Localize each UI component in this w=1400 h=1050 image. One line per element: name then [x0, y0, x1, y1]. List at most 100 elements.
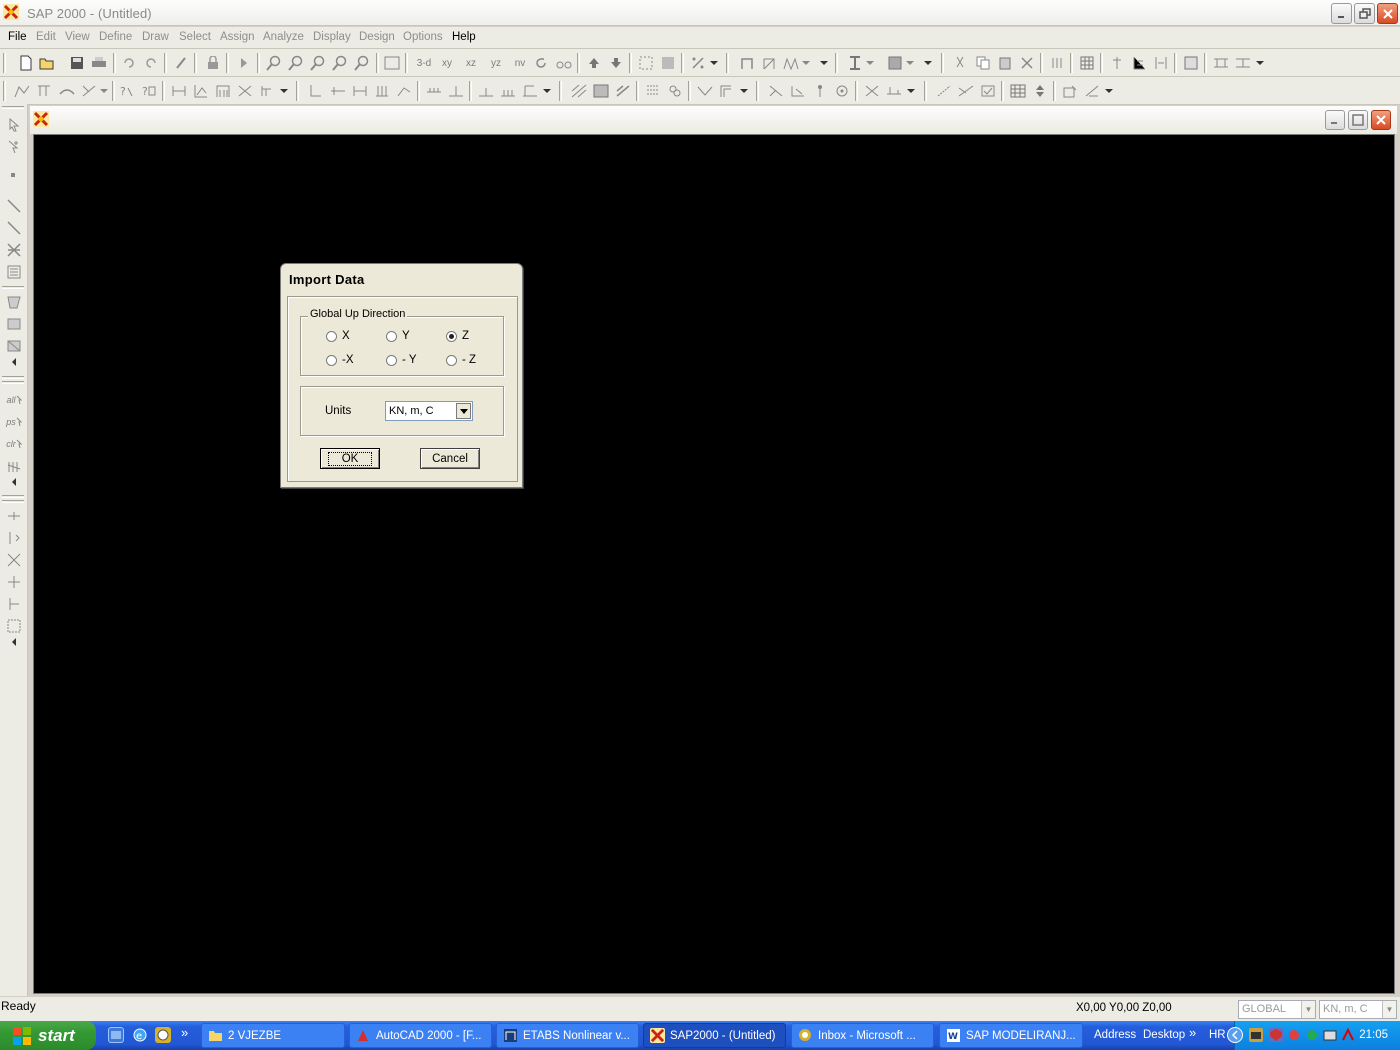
menu-file[interactable]: File	[8, 31, 27, 43]
print-button[interactable]	[90, 54, 108, 72]
app-quicklaunch[interactable]	[155, 1027, 171, 1043]
snap-lines-button[interactable]	[4, 595, 24, 613]
select-intersecting-button[interactable]	[4, 457, 24, 475]
menu-define[interactable]: Define	[99, 31, 132, 43]
radio-neg-x[interactable]: -X	[326, 354, 354, 366]
zoom-fit-button[interactable]	[353, 54, 371, 72]
copy-button[interactable]	[974, 54, 992, 72]
units-status-select[interactable]: KN, m, C ▼	[1319, 1000, 1397, 1019]
snap-intersections-button[interactable]	[4, 551, 24, 569]
menu-draw[interactable]: Draw	[142, 31, 169, 43]
dropdown-button[interactable]	[738, 82, 750, 100]
snap-perpendicular-button[interactable]	[4, 573, 24, 591]
reshape-button[interactable]	[4, 138, 24, 156]
snap-grid-button[interactable]	[4, 617, 24, 635]
draw-truss-button[interactable]	[782, 54, 800, 72]
radio-neg-z[interactable]: - Z	[446, 354, 476, 366]
dropdown-button[interactable]	[922, 54, 934, 72]
quick-draw-frame-button[interactable]	[4, 219, 24, 237]
snap-points-button[interactable]	[4, 507, 24, 525]
zoom-in-button[interactable]	[287, 54, 305, 72]
show-loads-button[interactable]	[35, 82, 53, 100]
new-file-button[interactable]	[17, 54, 35, 72]
divide-areas-button[interactable]	[592, 82, 610, 100]
dropdown-button[interactable]	[800, 54, 812, 72]
quick-draw-area-button[interactable]	[4, 337, 24, 355]
dropdown-button[interactable]	[818, 54, 830, 72]
close-button[interactable]	[1377, 3, 1398, 24]
tray-expand-button[interactable]	[1227, 1027, 1243, 1043]
toolbar-scroll-button[interactable]	[4, 356, 24, 368]
menu-display[interactable]: Display	[313, 31, 351, 43]
quicklaunch-chevron[interactable]: »	[181, 1025, 188, 1040]
move-up-button[interactable]	[585, 54, 603, 72]
menu-options[interactable]: Options	[403, 31, 443, 43]
zoom-out-button[interactable]	[309, 54, 327, 72]
mesh-areas-button[interactable]	[570, 82, 588, 100]
cut-button[interactable]	[951, 54, 969, 72]
query-area-button[interactable]: ?	[140, 82, 158, 100]
radio-z[interactable]: Z	[446, 330, 469, 342]
model-maximize-button[interactable]	[1348, 110, 1368, 130]
tray-icon-6[interactable]	[1341, 1027, 1355, 1042]
set-cases-button[interactable]	[666, 82, 684, 100]
show-desktop-quicklaunch[interactable]	[108, 1027, 124, 1043]
internet-explorer-quicklaunch[interactable]: e	[132, 1027, 148, 1043]
toolbar-chevron[interactable]: »	[1189, 1025, 1196, 1040]
load-button[interactable]	[1212, 54, 1230, 72]
draw-frame-button[interactable]	[738, 54, 756, 72]
rotate-view-button[interactable]	[532, 54, 550, 72]
edit-lines-button[interactable]	[1083, 82, 1101, 100]
define-materials-button[interactable]	[170, 82, 188, 100]
assign-constraints-button[interactable]	[329, 82, 347, 100]
replicate-button[interactable]	[1048, 54, 1066, 72]
previous-select-button[interactable]: ps	[4, 413, 24, 431]
tray-icon-5[interactable]	[1323, 1028, 1337, 1042]
draw-frame-line-button[interactable]	[4, 197, 24, 215]
menu-edit[interactable]: Edit	[36, 31, 56, 43]
area-section-button[interactable]	[886, 54, 904, 72]
model-close-button[interactable]	[1371, 110, 1391, 130]
dropdown-button[interactable]	[541, 82, 553, 100]
minimize-button[interactable]	[1331, 3, 1352, 24]
view-yz-button[interactable]: yz	[486, 54, 506, 72]
draw-joint-button[interactable]	[4, 167, 24, 185]
display-options-button[interactable]	[659, 54, 677, 72]
start-button[interactable]: start	[0, 1021, 96, 1050]
tray-icon-3[interactable]	[1287, 1028, 1301, 1042]
coordinate-system-select[interactable]: GLOBAL ▼	[1238, 1000, 1316, 1019]
dropdown-button[interactable]	[708, 54, 720, 72]
select-intersect-button[interactable]	[957, 82, 975, 100]
assign-restraints-button[interactable]	[307, 82, 325, 100]
table-button[interactable]	[1078, 54, 1096, 72]
toolbar-grip[interactable]	[2, 376, 24, 379]
paste-button[interactable]	[996, 54, 1014, 72]
design-steel-button[interactable]	[696, 82, 714, 100]
shrink-button[interactable]	[689, 54, 707, 72]
draw-poly-area-button[interactable]	[4, 293, 24, 311]
assign-masses-button[interactable]	[373, 82, 391, 100]
toolbar-scroll-button[interactable]	[4, 476, 24, 488]
frame-loads-button[interactable]	[425, 82, 443, 100]
dropdown-button[interactable]	[864, 54, 876, 72]
assign-release-button[interactable]	[1152, 54, 1170, 72]
language-indicator[interactable]: HR	[1209, 1029, 1226, 1041]
delete-button[interactable]	[1018, 54, 1036, 72]
show-deformed-button[interactable]	[58, 82, 76, 100]
menu-view[interactable]: View	[65, 31, 90, 43]
save-button[interactable]	[68, 54, 86, 72]
select-all-button[interactable]: all	[4, 391, 24, 409]
snap-ends-button[interactable]	[4, 529, 24, 547]
draw-point-button[interactable]	[811, 82, 829, 100]
ok-button[interactable]: OK	[320, 448, 380, 469]
dropdown-button[interactable]	[1103, 82, 1115, 100]
analysis-options-button[interactable]	[644, 82, 662, 100]
gravity-loads-button[interactable]	[521, 82, 539, 100]
dropdown-arrow-button[interactable]: ▼	[1382, 1001, 1396, 1018]
draw-link-button[interactable]	[789, 82, 807, 100]
cancel-button[interactable]: Cancel	[420, 448, 480, 469]
radio-neg-y[interactable]: - Y	[386, 354, 417, 366]
menu-design[interactable]: Design	[359, 31, 395, 43]
toolbar-grip[interactable]	[3, 53, 6, 73]
pan-button[interactable]	[383, 54, 401, 72]
